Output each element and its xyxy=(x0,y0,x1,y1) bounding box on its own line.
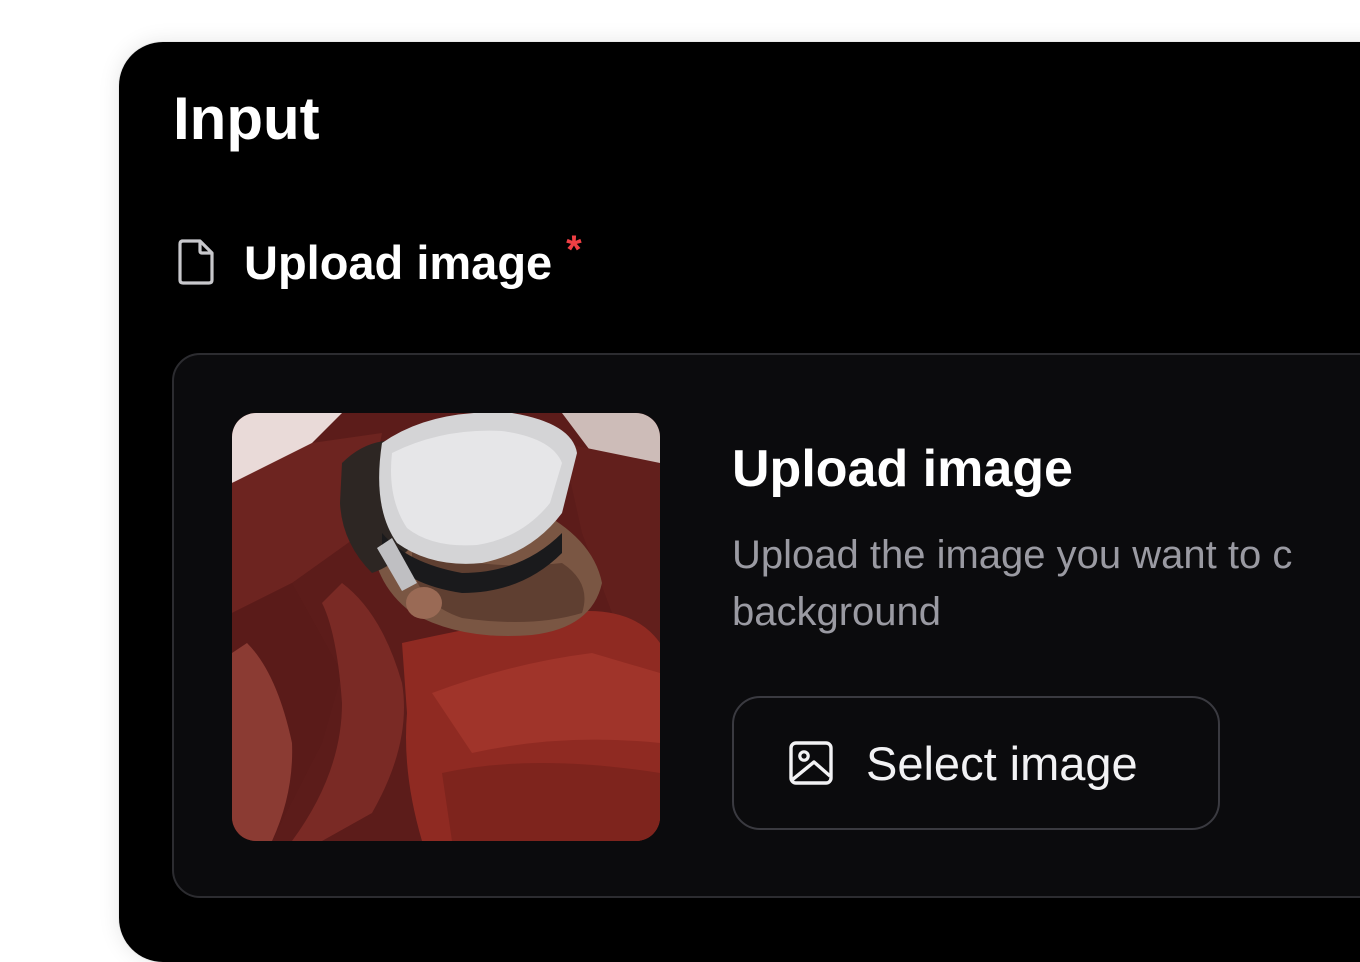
upload-card-description-text: Upload the image you want to c backgroun… xyxy=(732,533,1293,634)
upload-card-title: Upload image xyxy=(732,440,1073,498)
image-preview xyxy=(232,413,660,841)
select-image-label: Select image xyxy=(866,736,1138,790)
input-panel: Input Upload image * Upload image Upload… xyxy=(119,42,1360,962)
upload-card: Upload image Upload the image you want t… xyxy=(172,353,1360,898)
field-label-text: Upload image xyxy=(244,235,553,289)
upload-field-label: Upload image * xyxy=(176,228,582,290)
file-icon xyxy=(176,238,216,286)
upload-card-description: Upload the image you want to c backgroun… xyxy=(732,527,1360,641)
select-image-button[interactable]: Select image xyxy=(732,696,1220,830)
panel-title: Input xyxy=(173,85,320,152)
image-icon xyxy=(788,740,834,786)
required-indicator: * xyxy=(566,227,582,272)
